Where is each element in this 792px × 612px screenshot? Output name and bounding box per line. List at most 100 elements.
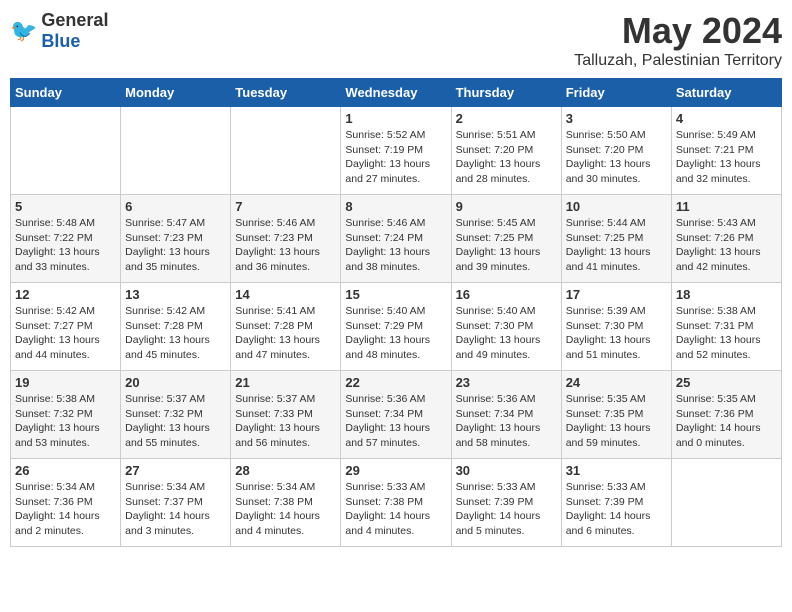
day-info: Sunrise: 5:50 AM Sunset: 7:20 PM Dayligh…: [566, 128, 667, 187]
day-number: 27: [125, 463, 226, 478]
day-of-week-header: Thursday: [451, 79, 561, 107]
calendar-day-cell: 6 Sunrise: 5:47 AM Sunset: 7:23 PM Daylig…: [121, 195, 231, 283]
day-number: 24: [566, 375, 667, 390]
day-info: Sunrise: 5:33 AM Sunset: 7:39 PM Dayligh…: [566, 480, 667, 539]
calendar-day-cell: 2 Sunrise: 5:51 AM Sunset: 7:20 PM Daylig…: [451, 107, 561, 195]
calendar-day-cell: 31 Sunrise: 5:33 AM Sunset: 7:39 PM Dayli…: [561, 459, 671, 547]
day-number: 18: [676, 287, 777, 302]
calendar-day-cell: 24 Sunrise: 5:35 AM Sunset: 7:35 PM Dayli…: [561, 371, 671, 459]
day-info: Sunrise: 5:36 AM Sunset: 7:34 PM Dayligh…: [456, 392, 557, 451]
day-number: 13: [125, 287, 226, 302]
calendar-week-row: 1 Sunrise: 5:52 AM Sunset: 7:19 PM Daylig…: [11, 107, 782, 195]
calendar-day-cell: 26 Sunrise: 5:34 AM Sunset: 7:36 PM Dayli…: [11, 459, 121, 547]
day-number: 25: [676, 375, 777, 390]
calendar-day-cell: 9Sunrise: 5:45 AM Sunset: 7:25 PM Daylig…: [451, 195, 561, 283]
day-info: Sunrise: 5:38 AM Sunset: 7:31 PM Dayligh…: [676, 304, 777, 363]
day-info: Sunrise: 5:51 AM Sunset: 7:20 PM Dayligh…: [456, 128, 557, 187]
day-number: 23: [456, 375, 557, 390]
day-number: 16: [456, 287, 557, 302]
calendar-day-cell: 28Sunrise: 5:34 AM Sunset: 7:38 PM Dayli…: [231, 459, 341, 547]
calendar-day-cell: 13 Sunrise: 5:42 AM Sunset: 7:28 PM Dayli…: [121, 283, 231, 371]
title-area: May 2024 Talluzah, Palestinian Territory: [574, 10, 782, 70]
calendar-day-cell: 23 Sunrise: 5:36 AM Sunset: 7:34 PM Dayli…: [451, 371, 561, 459]
calendar-day-cell: 27 Sunrise: 5:34 AM Sunset: 7:37 PM Dayli…: [121, 459, 231, 547]
day-info: Sunrise: 5:41 AM Sunset: 7:28 PM Dayligh…: [235, 304, 336, 363]
day-number: 29: [345, 463, 446, 478]
day-info: Sunrise: 5:35 AM Sunset: 7:35 PM Dayligh…: [566, 392, 667, 451]
day-info: Sunrise: 5:38 AM Sunset: 7:32 PM Dayligh…: [15, 392, 116, 451]
day-info: Sunrise: 5:42 AM Sunset: 7:28 PM Dayligh…: [125, 304, 226, 363]
day-info: Sunrise: 5:40 AM Sunset: 7:29 PM Dayligh…: [345, 304, 446, 363]
day-number: 31: [566, 463, 667, 478]
day-number: 10: [566, 199, 667, 214]
day-number: 6: [125, 199, 226, 214]
day-info: Sunrise: 5:49 AM Sunset: 7:21 PM Dayligh…: [676, 128, 777, 187]
calendar-day-cell: 29Sunrise: 5:33 AM Sunset: 7:38 PM Dayli…: [341, 459, 451, 547]
day-number: 11: [676, 199, 777, 214]
calendar-day-cell: 14 Sunrise: 5:41 AM Sunset: 7:28 PM Dayli…: [231, 283, 341, 371]
day-info: Sunrise: 5:45 AM Sunset: 7:25 PM Dayligh…: [456, 216, 557, 275]
day-info: Sunrise: 5:42 AM Sunset: 7:27 PM Dayligh…: [15, 304, 116, 363]
calendar-day-cell: 30Sunrise: 5:33 AM Sunset: 7:39 PM Dayli…: [451, 459, 561, 547]
day-number: 4: [676, 111, 777, 126]
day-number: 2: [456, 111, 557, 126]
calendar-day-cell: 16 Sunrise: 5:40 AM Sunset: 7:30 PM Dayli…: [451, 283, 561, 371]
calendar-week-row: 12Sunrise: 5:42 AM Sunset: 7:27 PM Dayli…: [11, 283, 782, 371]
day-info: Sunrise: 5:37 AM Sunset: 7:32 PM Dayligh…: [125, 392, 226, 451]
calendar-day-cell: 10 Sunrise: 5:44 AM Sunset: 7:25 PM Dayli…: [561, 195, 671, 283]
page-header: 🐦 General Blue May 2024 Talluzah, Palest…: [10, 10, 782, 70]
month-title: May 2024: [574, 10, 782, 52]
day-of-week-header: Tuesday: [231, 79, 341, 107]
calendar-table: SundayMondayTuesdayWednesdayThursdayFrid…: [10, 78, 782, 547]
day-number: 15: [345, 287, 446, 302]
day-of-week-header: Monday: [121, 79, 231, 107]
calendar-day-cell: 15 Sunrise: 5:40 AM Sunset: 7:29 PM Dayli…: [341, 283, 451, 371]
day-number: 20: [125, 375, 226, 390]
day-number: 7: [235, 199, 336, 214]
logo-general-text: General: [41, 10, 108, 30]
calendar-header-row: SundayMondayTuesdayWednesdayThursdayFrid…: [11, 79, 782, 107]
day-of-week-header: Sunday: [11, 79, 121, 107]
day-info: Sunrise: 5:36 AM Sunset: 7:34 PM Dayligh…: [345, 392, 446, 451]
day-info: Sunrise: 5:44 AM Sunset: 7:25 PM Dayligh…: [566, 216, 667, 275]
calendar-day-cell: 8Sunrise: 5:46 AM Sunset: 7:24 PM Daylig…: [341, 195, 451, 283]
calendar-week-row: 19Sunrise: 5:38 AM Sunset: 7:32 PM Dayli…: [11, 371, 782, 459]
calendar-week-row: 5Sunrise: 5:48 AM Sunset: 7:22 PM Daylig…: [11, 195, 782, 283]
calendar-day-cell: [121, 107, 231, 195]
day-of-week-header: Saturday: [671, 79, 781, 107]
day-number: 26: [15, 463, 116, 478]
calendar-day-cell: 25 Sunrise: 5:35 AM Sunset: 7:36 PM Dayli…: [671, 371, 781, 459]
day-number: 30: [456, 463, 557, 478]
calendar-day-cell: 18 Sunrise: 5:38 AM Sunset: 7:31 PM Dayli…: [671, 283, 781, 371]
calendar-week-row: 26 Sunrise: 5:34 AM Sunset: 7:36 PM Dayli…: [11, 459, 782, 547]
calendar-day-cell: 19Sunrise: 5:38 AM Sunset: 7:32 PM Dayli…: [11, 371, 121, 459]
calendar-day-cell: 3Sunrise: 5:50 AM Sunset: 7:20 PM Daylig…: [561, 107, 671, 195]
day-number: 22: [345, 375, 446, 390]
calendar-day-cell: [671, 459, 781, 547]
calendar-day-cell: 4 Sunrise: 5:49 AM Sunset: 7:21 PM Daylig…: [671, 107, 781, 195]
day-info: Sunrise: 5:47 AM Sunset: 7:23 PM Dayligh…: [125, 216, 226, 275]
calendar-day-cell: 20 Sunrise: 5:37 AM Sunset: 7:32 PM Dayli…: [121, 371, 231, 459]
day-number: 1: [345, 111, 446, 126]
day-info: Sunrise: 5:46 AM Sunset: 7:23 PM Dayligh…: [235, 216, 336, 275]
day-of-week-header: Friday: [561, 79, 671, 107]
day-info: Sunrise: 5:52 AM Sunset: 7:19 PM Dayligh…: [345, 128, 446, 187]
calendar-day-cell: [231, 107, 341, 195]
day-info: Sunrise: 5:37 AM Sunset: 7:33 PM Dayligh…: [235, 392, 336, 451]
calendar-day-cell: 1 Sunrise: 5:52 AM Sunset: 7:19 PM Daylig…: [341, 107, 451, 195]
location-title: Talluzah, Palestinian Territory: [574, 52, 782, 70]
day-number: 28: [235, 463, 336, 478]
day-info: Sunrise: 5:48 AM Sunset: 7:22 PM Dayligh…: [15, 216, 116, 275]
logo-blue-text: Blue: [41, 31, 80, 51]
calendar-day-cell: 17Sunrise: 5:39 AM Sunset: 7:30 PM Dayli…: [561, 283, 671, 371]
day-info: Sunrise: 5:34 AM Sunset: 7:36 PM Dayligh…: [15, 480, 116, 539]
calendar-day-cell: 5Sunrise: 5:48 AM Sunset: 7:22 PM Daylig…: [11, 195, 121, 283]
day-info: Sunrise: 5:34 AM Sunset: 7:37 PM Dayligh…: [125, 480, 226, 539]
logo-bird-icon: 🐦: [10, 18, 37, 44]
calendar-day-cell: 7 Sunrise: 5:46 AM Sunset: 7:23 PM Daylig…: [231, 195, 341, 283]
day-number: 14: [235, 287, 336, 302]
day-info: Sunrise: 5:40 AM Sunset: 7:30 PM Dayligh…: [456, 304, 557, 363]
calendar-body: 1 Sunrise: 5:52 AM Sunset: 7:19 PM Daylig…: [11, 107, 782, 547]
day-info: Sunrise: 5:35 AM Sunset: 7:36 PM Dayligh…: [676, 392, 777, 451]
day-info: Sunrise: 5:43 AM Sunset: 7:26 PM Dayligh…: [676, 216, 777, 275]
